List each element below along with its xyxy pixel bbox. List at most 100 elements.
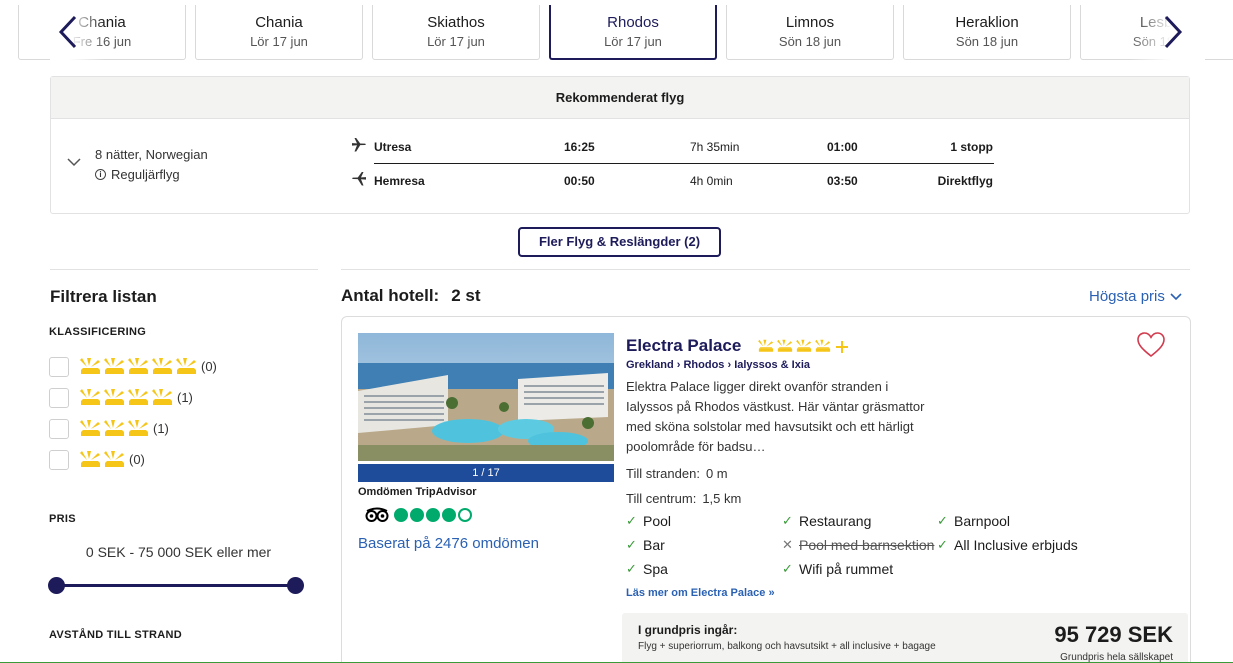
plane-return-icon: [352, 172, 366, 186]
rating-dot: [394, 508, 408, 522]
check-icon: ✓: [937, 513, 948, 528]
rating-dot: [426, 508, 440, 522]
chevron-down-icon: [1170, 292, 1182, 300]
centre-distance-label: Till centrum:: [626, 491, 697, 506]
breadcrumb-country[interactable]: Grekland: [626, 359, 674, 371]
hotel-crown-rating: [757, 339, 849, 354]
outbound-leg: Utresa 16:25 7h 35min 01:00 1 stopp: [351, 137, 993, 157]
destination-date: Sön 18 jun: [778, 34, 842, 49]
filter-title: Filtrera listan: [50, 287, 157, 306]
rating-count: (0): [201, 359, 217, 374]
rating-count: (1): [153, 421, 169, 436]
flight-type-label: Reguljärflyg: [111, 167, 180, 182]
info-icon: i: [95, 169, 106, 180]
crown-icon: [152, 357, 172, 374]
breadcrumb-area[interactable]: Ialyssos & Ixia: [734, 359, 810, 371]
crown-icon: [128, 419, 148, 436]
amenity-label: Bar: [643, 537, 665, 553]
crown-rating: [79, 419, 150, 439]
crown-icon: [128, 388, 148, 405]
flight-type: i Reguljärflyg: [95, 167, 180, 182]
destination-card-chania-17[interactable]: Chania Lör 17 jun: [195, 5, 363, 60]
amenity-label: Wifi på rummet: [799, 561, 894, 577]
rating-dot: [410, 508, 424, 522]
destination-name: Limnos: [785, 14, 835, 31]
heart-icon[interactable]: [1136, 331, 1166, 358]
hotel-count-label: Antal hotell:: [341, 286, 440, 305]
amenity-label: Pool med barnsektion: [799, 537, 935, 553]
destination-carousel: Chania Fre 16 jun Chania Lör 17 jun Skia…: [0, 0, 1233, 62]
rating-count: (1): [177, 390, 193, 405]
crown-rating: [79, 357, 198, 377]
crown-icon: [104, 357, 124, 374]
checkbox[interactable]: [49, 387, 69, 408]
hotel-breadcrumb: Grekland › Rhodos › Ialyssos & Ixia: [626, 359, 811, 371]
flight-nights-airline: 8 nätter, Norwegian: [95, 147, 208, 162]
crown-icon: [128, 357, 148, 374]
rating-count: (0): [129, 452, 145, 467]
destination-date: Sön 18 jun: [955, 34, 1019, 49]
return-duration: 4h 0min: [690, 174, 733, 188]
crown-icon: [176, 357, 196, 374]
destination-card-heraklion[interactable]: Heraklion Sön 18 jun: [903, 5, 1071, 60]
destination-card-skiathos[interactable]: Skiathos Lör 17 jun: [372, 5, 540, 60]
checkbox[interactable]: [49, 418, 69, 439]
price-slider-max-handle[interactable]: [287, 577, 304, 594]
hotel-description: Elektra Palace ligger direkt ovanför str…: [626, 379, 925, 454]
amenity-item: ✓ Wifi på rummet: [782, 561, 893, 577]
destination-date: Lör 17 jun: [427, 34, 485, 49]
breadcrumb-destination[interactable]: Rhodos: [683, 359, 724, 371]
rating-filter-4[interactable]: (1): [49, 387, 193, 408]
return-stops: Direktflyg: [937, 174, 993, 188]
hotel-count: Antal hotell: 2 st: [341, 286, 481, 306]
plane-depart-icon: [352, 138, 366, 152]
amenity-item: ✓ Restaurang: [782, 513, 871, 529]
checkbox[interactable]: [49, 449, 69, 470]
photo-counter: 1 / 17: [358, 464, 614, 482]
sort-dropdown[interactable]: Högsta pris: [1089, 288, 1182, 305]
more-flights-button[interactable]: Fler Flyg & Reslängder (2): [518, 227, 721, 257]
amenity-label: Barnpool: [954, 513, 1011, 529]
reviews-link[interactable]: Baserat på 2476 omdömen: [358, 535, 539, 552]
hotel-card: 1 / 17 Omdömen TripAdvisor Baserat på 24…: [341, 316, 1191, 663]
chevron-down-icon[interactable]: [67, 157, 81, 167]
destination-name: Heraklion: [955, 14, 1019, 31]
rating-filter-2[interactable]: (0): [49, 449, 145, 470]
checkbox[interactable]: [49, 356, 69, 377]
centre-distance: Till centrum: 1,5 km: [626, 491, 741, 506]
destination-name: Rhodos: [607, 14, 659, 31]
hotel-name[interactable]: Electra Palace: [626, 336, 741, 356]
centre-distance-value: 1,5 km: [702, 491, 742, 506]
hotel-photo[interactable]: [358, 333, 614, 461]
price-label: PRIS: [49, 513, 76, 525]
included-text: Flyg + superiorrum, balkong och havsutsi…: [638, 641, 936, 652]
price-slider-min-handle[interactable]: [48, 577, 65, 594]
rating-filter-5[interactable]: (0): [49, 356, 217, 377]
divider: [341, 269, 1190, 270]
price-range-text: 0 SEK - 75 000 SEK eller mer: [85, 544, 272, 560]
carousel-prev-button[interactable]: [53, 13, 83, 51]
carousel-next-button[interactable]: [1158, 13, 1188, 51]
destination-name: Chania: [255, 14, 303, 31]
chevron-right-icon: [1164, 15, 1183, 49]
check-icon: ✓: [626, 537, 637, 552]
price-slider-track[interactable]: [56, 584, 296, 587]
check-icon: ✓: [937, 537, 948, 552]
beach-distance-label: AVSTÅND TILL STRAND: [49, 629, 183, 641]
destination-name: Skiathos: [427, 14, 485, 31]
beach-distance: Till stranden: 0 m: [626, 466, 728, 481]
rating-dot: [458, 508, 472, 522]
tripadvisor-label: Omdömen TripAdvisor: [358, 486, 477, 498]
divider: [50, 269, 318, 270]
plus-icon: [836, 340, 848, 353]
rating-filter-3[interactable]: (1): [49, 418, 169, 439]
return-arrive-time: 03:50: [827, 174, 858, 188]
beach-distance-label: Till stranden:: [626, 466, 700, 481]
sort-label: Högsta pris: [1089, 288, 1165, 305]
cross-icon: ✕: [782, 537, 793, 552]
destination-card-rhodos-active[interactable]: Rhodos Lör 17 jun: [549, 5, 717, 60]
destination-card-limnos[interactable]: Limnos Sön 18 jun: [726, 5, 894, 60]
recommended-flight-title: Rekommenderat flyg: [51, 77, 1189, 119]
read-more-link[interactable]: Läs mer om Electra Palace »: [626, 587, 775, 599]
hotel-count-value: 2 st: [451, 286, 481, 305]
